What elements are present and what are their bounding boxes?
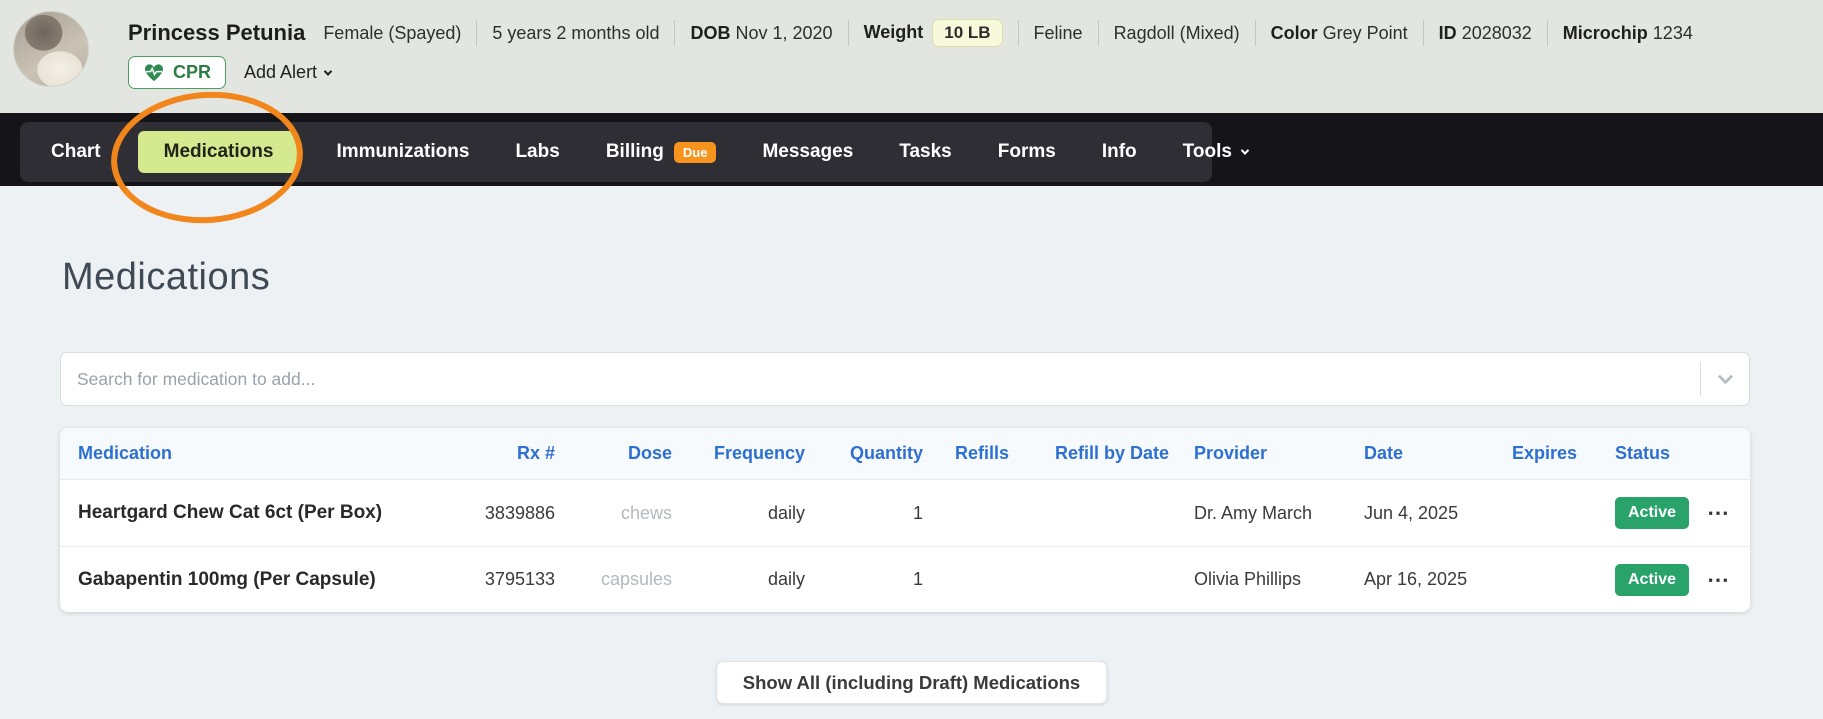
pet-sex: Female (Spayed) <box>323 23 461 44</box>
cpr-label: CPR <box>173 62 211 83</box>
search-dropdown-toggle[interactable] <box>1701 353 1749 405</box>
divider <box>1423 20 1424 46</box>
column-header-refill-by-date[interactable]: Refill by Date <box>1009 443 1169 464</box>
pet-breed: Ragdoll (Mixed) <box>1114 23 1240 44</box>
pet-age: 5 years 2 months old <box>492 23 659 44</box>
pet-avatar[interactable] <box>13 11 89 87</box>
table-row[interactable]: Heartgard Chew Cat 6ct (Per Box) 3839886… <box>60 480 1750 546</box>
divider <box>476 20 477 46</box>
table-row[interactable]: Gabapentin 100mg (Per Capsule) 3795133 c… <box>60 546 1750 612</box>
weight-label: Weight <box>864 22 924 42</box>
rx-number: 3795133 <box>460 569 555 590</box>
dob-value: Nov 1, 2020 <box>735 23 832 43</box>
row-actions-menu-icon[interactable]: ⋯ <box>1703 567 1733 593</box>
dob-label: DOB <box>690 23 730 43</box>
column-header-status[interactable]: Status <box>1611 443 1703 464</box>
page-title: Medications <box>62 256 270 299</box>
quantity: 1 <box>805 503 923 524</box>
chevron-down-icon <box>1717 368 1733 384</box>
tab-messages[interactable]: Messages <box>739 122 876 182</box>
column-header-quantity[interactable]: Quantity <box>805 443 923 464</box>
chevron-down-icon <box>324 67 332 75</box>
column-header-provider[interactable]: Provider <box>1169 443 1360 464</box>
divider <box>674 20 675 46</box>
status-badge: Active <box>1615 497 1689 529</box>
page: Princess Petunia Female (Spayed) 5 years… <box>0 0 1823 719</box>
show-all-medications-button[interactable]: Show All (including Draft) Medications <box>716 661 1107 704</box>
patient-nav-tabs: Chart Medications Immunizations Labs Bil… <box>20 122 1212 182</box>
column-header-frequency[interactable]: Frequency <box>672 443 805 464</box>
dose: capsules <box>555 569 672 590</box>
pet-dob: DOB Nov 1, 2020 <box>690 23 832 44</box>
pet-color: Color Grey Point <box>1271 23 1408 44</box>
tab-tools-label: Tools <box>1183 141 1232 163</box>
tab-info[interactable]: Info <box>1079 122 1160 182</box>
patient-nav: Chart Medications Immunizations Labs Bil… <box>0 113 1823 186</box>
table-header-row: Medication Rx # Dose Frequency Quantity … <box>60 428 1750 480</box>
pet-info: Princess Petunia Female (Spayed) 5 years… <box>128 0 1823 89</box>
medications-panel: Medications Medication Rx # Dose Frequen… <box>0 186 1823 719</box>
pet-species: Feline <box>1034 23 1083 44</box>
heart-pulse-icon <box>143 63 165 82</box>
tab-tasks[interactable]: Tasks <box>876 122 974 182</box>
pet-id: ID 2028032 <box>1439 23 1532 44</box>
tab-billing[interactable]: Billing Due <box>583 122 740 182</box>
medications-table: Medication Rx # Dose Frequency Quantity … <box>60 428 1750 612</box>
color-label: Color <box>1271 23 1318 43</box>
quantity: 1 <box>805 569 923 590</box>
provider: Dr. Amy March <box>1169 503 1360 524</box>
tab-tools[interactable]: Tools <box>1160 122 1271 182</box>
pet-weight: Weight 10 LB <box>864 19 1003 47</box>
tab-billing-label: Billing <box>606 141 664 163</box>
divider <box>1018 20 1019 46</box>
status-cell: Active <box>1611 564 1703 596</box>
provider: Olivia Phillips <box>1169 569 1360 590</box>
tab-chart[interactable]: Chart <box>28 122 124 182</box>
date: Jun 4, 2025 <box>1360 503 1508 524</box>
pet-summary-row: Princess Petunia Female (Spayed) 5 years… <box>128 19 1823 47</box>
dose: chews <box>555 503 672 524</box>
column-header-dose[interactable]: Dose <box>555 443 672 464</box>
column-header-medication[interactable]: Medication <box>78 443 460 464</box>
column-header-date[interactable]: Date <box>1360 443 1508 464</box>
medication-name: Gabapentin 100mg (Per Capsule) <box>78 569 460 591</box>
chevron-down-icon <box>1241 146 1249 154</box>
status-cell: Active <box>1611 497 1703 529</box>
divider <box>1098 20 1099 46</box>
pet-header: Princess Petunia Female (Spayed) 5 years… <box>0 0 1823 113</box>
column-header-expires[interactable]: Expires <box>1508 443 1611 464</box>
tab-labs[interactable]: Labs <box>492 122 582 182</box>
medication-search-input[interactable] <box>61 353 1700 405</box>
frequency: daily <box>672 503 805 524</box>
pet-alerts-row: CPR Add Alert <box>128 56 1823 89</box>
divider <box>1547 20 1548 46</box>
tab-immunizations[interactable]: Immunizations <box>313 122 492 182</box>
date: Apr 16, 2025 <box>1360 569 1508 590</box>
id-label: ID <box>1439 23 1457 43</box>
add-alert-label: Add Alert <box>244 62 317 83</box>
column-header-refills[interactable]: Refills <box>923 443 1009 464</box>
weight-badge: 10 LB <box>932 19 1002 47</box>
divider <box>1255 20 1256 46</box>
microchip-label: Microchip <box>1563 23 1648 43</box>
tab-medications[interactable]: Medications <box>138 131 300 173</box>
medication-search <box>60 352 1750 406</box>
row-actions-menu-icon[interactable]: ⋯ <box>1703 500 1733 526</box>
frequency: daily <box>672 569 805 590</box>
pet-name: Princess Petunia <box>128 20 305 46</box>
divider <box>848 20 849 46</box>
pet-microchip: Microchip 1234 <box>1563 23 1693 44</box>
tab-forms[interactable]: Forms <box>975 122 1079 182</box>
status-badge: Active <box>1615 564 1689 596</box>
rx-number: 3839886 <box>460 503 555 524</box>
billing-due-badge: Due <box>674 142 717 163</box>
medication-name: Heartgard Chew Cat 6ct (Per Box) <box>78 502 460 524</box>
column-header-rx[interactable]: Rx # <box>460 443 555 464</box>
cpr-badge[interactable]: CPR <box>128 56 226 89</box>
id-value: 2028032 <box>1462 23 1532 43</box>
color-value: Grey Point <box>1323 23 1408 43</box>
add-alert-button[interactable]: Add Alert <box>244 62 331 83</box>
microchip-value: 1234 <box>1653 23 1693 43</box>
